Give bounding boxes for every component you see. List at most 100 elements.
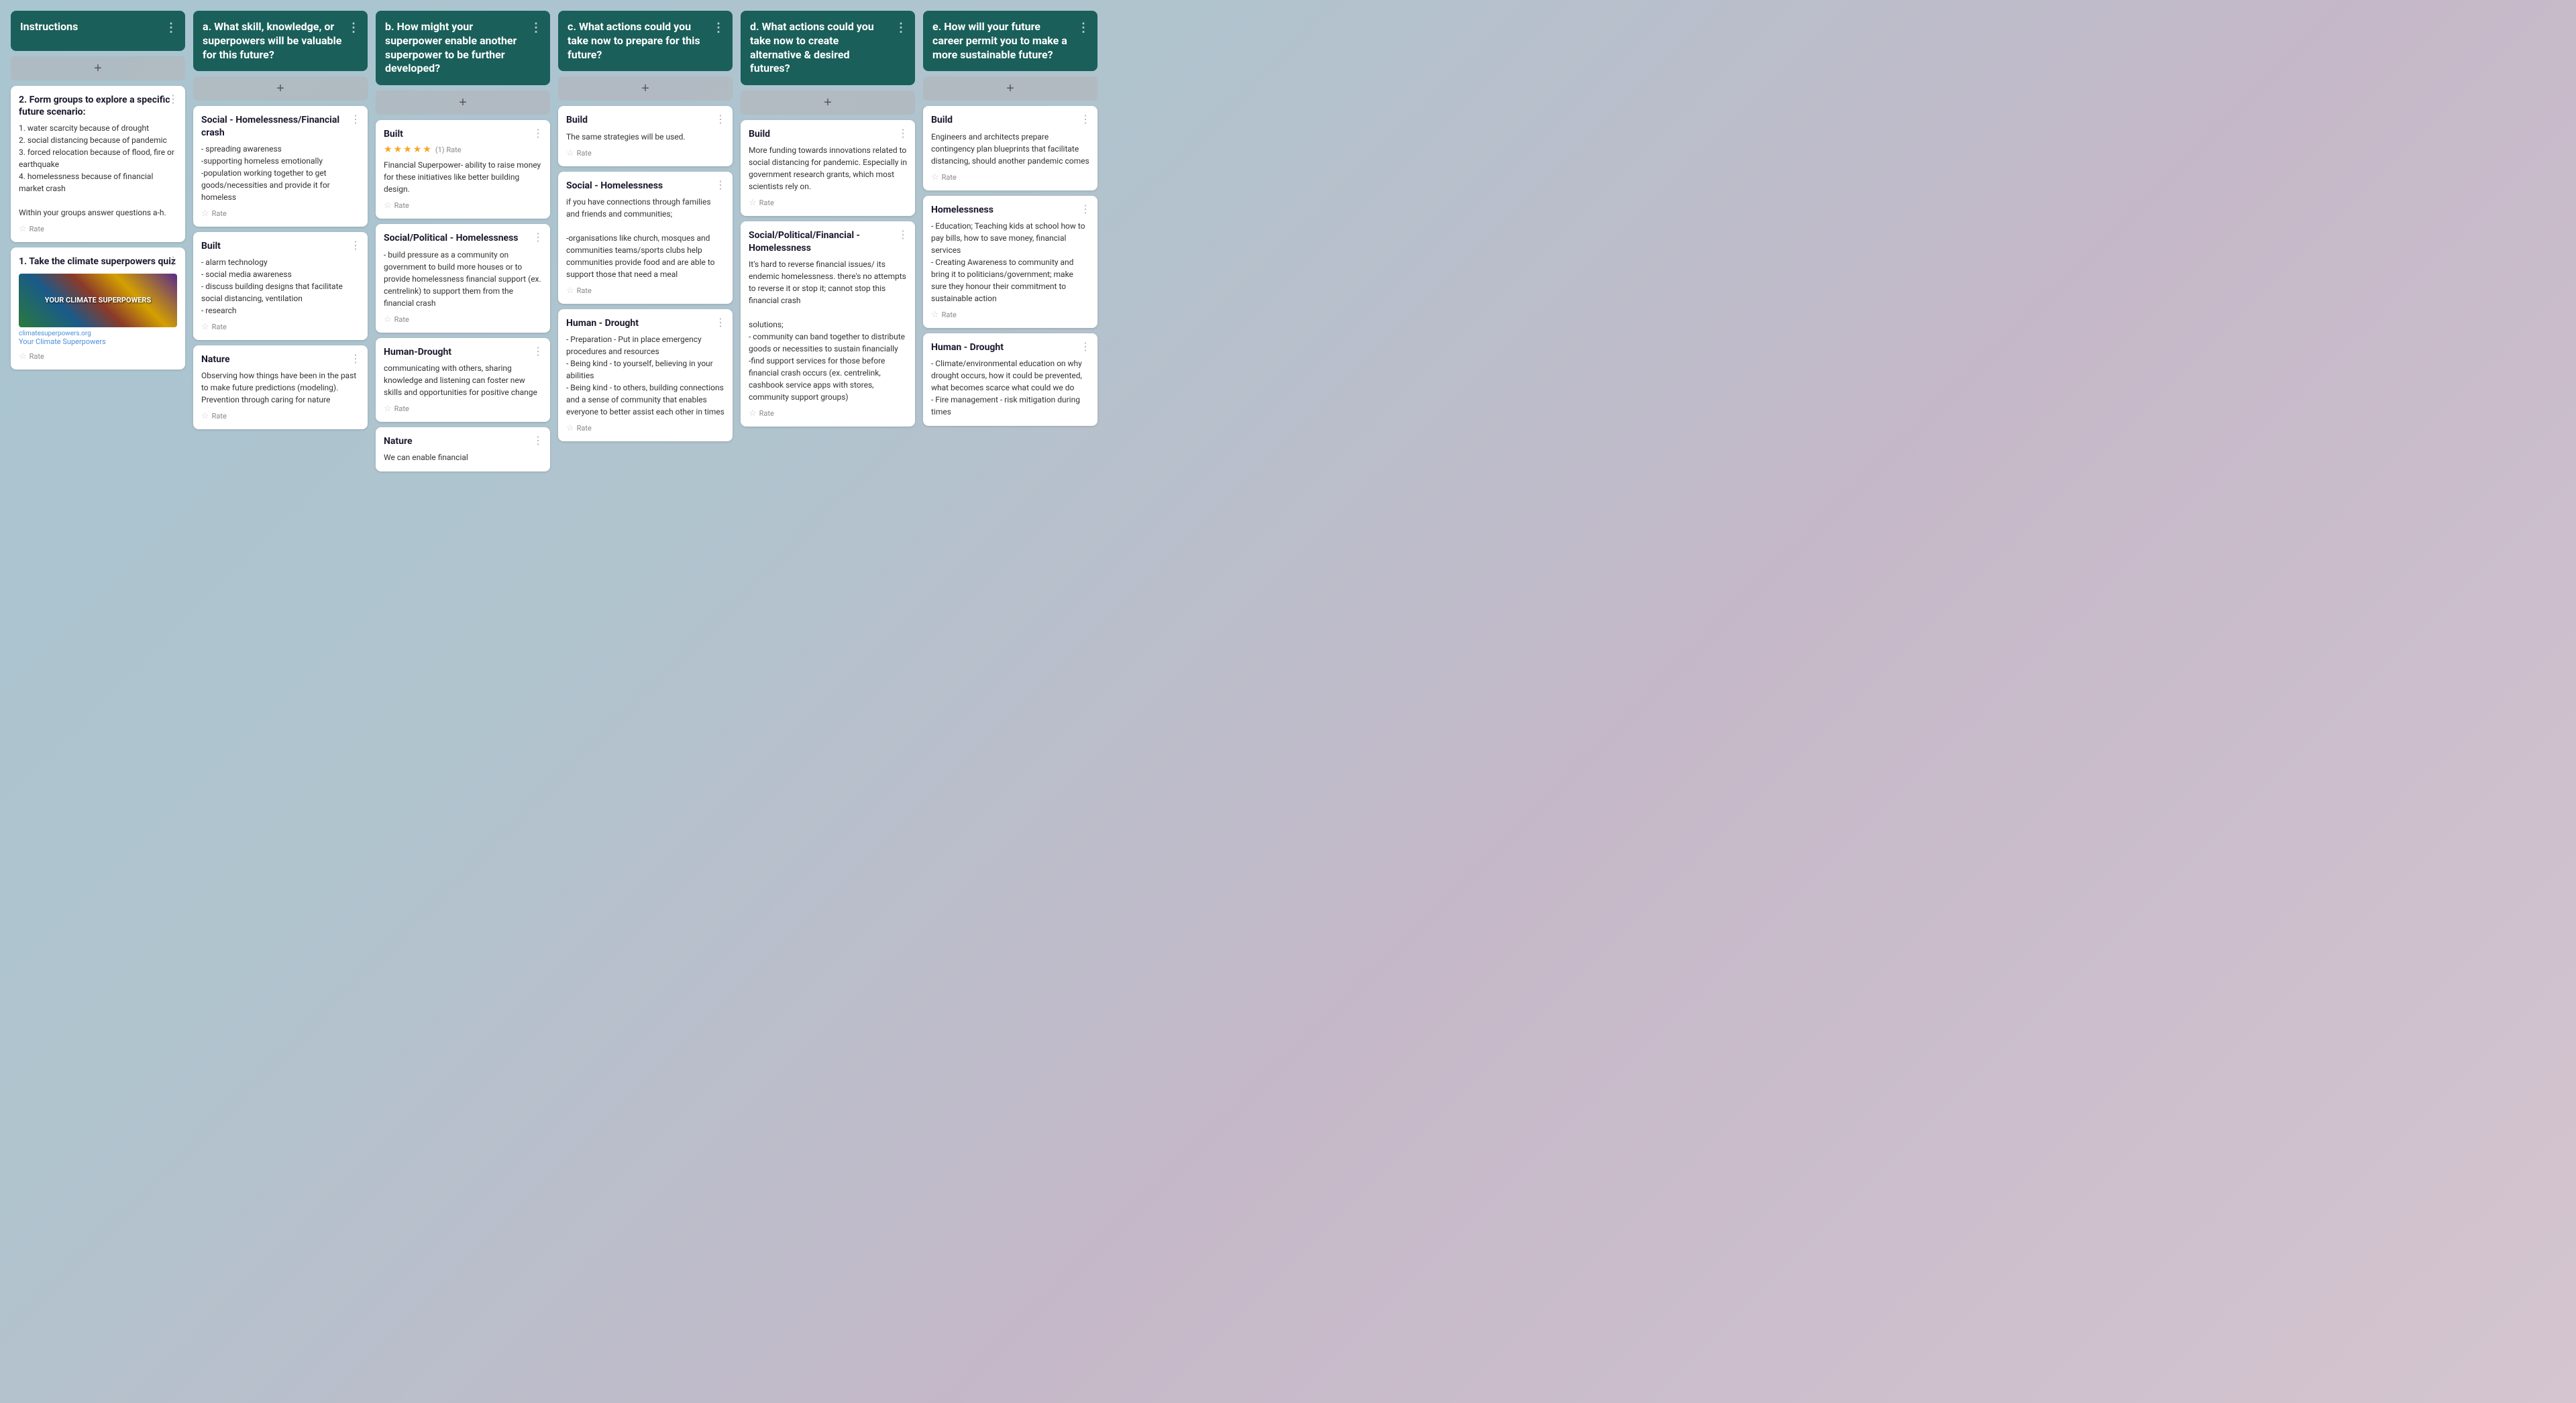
card-card-nature-a: ⋮NatureObserving how things have been in… [193, 345, 368, 429]
add-card-button[interactable]: + [11, 56, 185, 80]
card-rate-button[interactable]: ☆Rate [201, 209, 360, 219]
card-rate-button[interactable]: ☆Rate [566, 423, 724, 433]
column-menu-icon[interactable]: ⋮ [712, 20, 724, 36]
card-card-form-groups: ⋮2. Form groups to explore a specific fu… [11, 86, 185, 242]
card-rate-button[interactable]: ☆Rate [19, 224, 177, 234]
kanban-board: Instructions⋮+⋮2. Form groups to explore… [0, 0, 2576, 1403]
card-menu-icon[interactable]: ⋮ [168, 254, 178, 267]
card-body: 1. water scarcity because of drought 2. … [19, 122, 177, 219]
rate-star-icon: ☆ [566, 423, 574, 433]
card-body: - Preparation - Put in place emergency p… [566, 333, 724, 418]
card-title: Social/Political/Financial - Homelessnes… [749, 229, 907, 254]
card-menu-icon[interactable]: ⋮ [1080, 340, 1091, 353]
add-card-button[interactable]: + [193, 76, 368, 101]
card-body: Engineers and architects prepare conting… [931, 131, 1089, 167]
card-title: Built [201, 240, 360, 252]
card-title: Human - Drought [566, 317, 724, 329]
card-title: Human-Drought [384, 346, 542, 358]
card-title: Nature [384, 435, 542, 447]
card-rate-button[interactable]: ☆Rate [384, 315, 542, 325]
card-rate-button[interactable]: ☆Rate [749, 198, 907, 208]
card-menu-icon[interactable]: ⋮ [715, 178, 726, 191]
card-rate-button[interactable]: ☆Rate [931, 310, 1089, 320]
card-rate-button[interactable]: ☆Rate [749, 408, 907, 418]
star-icon: ★ [413, 144, 422, 155]
rate-label: Rate [942, 173, 957, 182]
card-image-url[interactable]: climatesuperpowers.org [19, 330, 177, 337]
card-menu-icon[interactable]: ⋮ [715, 113, 726, 125]
card-menu-icon[interactable]: ⋮ [350, 113, 361, 125]
add-card-button[interactable]: + [558, 76, 733, 101]
column-header-col-d: d. What actions could you take now to cr… [741, 11, 915, 85]
card-rate-button[interactable]: ☆Rate [384, 201, 542, 211]
rate-label: Rate [212, 209, 227, 218]
rate-label: Rate [577, 286, 592, 295]
card-menu-icon[interactable]: ⋮ [533, 127, 543, 139]
card-body: It's hard to reverse financial issues/ i… [749, 258, 907, 403]
card-title: Social - Homelessness [566, 180, 724, 192]
card-card-socialpolitical-b: ⋮Social/Political - Homelessness- build … [376, 224, 550, 332]
rate-star-icon: ☆ [201, 322, 209, 332]
column-instructions: Instructions⋮+⋮2. Form groups to explore… [11, 11, 185, 370]
rate-star-icon: ☆ [201, 411, 209, 421]
card-card-build-c: ⋮BuildThe same strategies will be used.☆… [558, 106, 733, 166]
card-card-build-d: ⋮BuildMore funding towards innovations r… [741, 120, 915, 216]
card-body: if you have connections through families… [566, 196, 724, 280]
card-card-homelessness-e: ⋮Homelessness- Education; Teaching kids … [923, 196, 1097, 328]
rate-label: Rate [577, 424, 592, 433]
add-card-button[interactable]: + [923, 76, 1097, 101]
rate-star-icon: ☆ [566, 148, 574, 158]
card-menu-icon[interactable]: ⋮ [350, 239, 361, 251]
rate-star-icon: ☆ [384, 404, 392, 414]
card-menu-icon[interactable]: ⋮ [350, 352, 361, 365]
column-col-c: c. What actions could you take now to pr… [558, 11, 733, 441]
rate-star-icon: ☆ [384, 201, 392, 211]
card-title: 2. Form groups to explore a specific fut… [19, 94, 177, 118]
column-col-d: d. What actions could you take now to cr… [741, 11, 915, 427]
card-title: Social/Political - Homelessness [384, 232, 542, 244]
column-menu-icon[interactable]: ⋮ [165, 20, 177, 36]
rate-star-icon: ☆ [201, 209, 209, 219]
card-rate-button[interactable]: ☆Rate [566, 148, 724, 158]
add-card-button[interactable]: + [376, 91, 550, 115]
column-header-text-instructions: Instructions [20, 20, 160, 34]
rate-star-icon: ☆ [19, 351, 27, 361]
card-menu-icon[interactable]: ⋮ [715, 316, 726, 329]
star-icon: ★ [403, 144, 412, 155]
card-card-social-homelessness-c: ⋮Social - Homelessness if you have connec… [558, 172, 733, 304]
card-card-human-drought-c: ⋮Human - Drought - Preparation - Put in p… [558, 309, 733, 441]
column-menu-icon[interactable]: ⋮ [347, 20, 360, 36]
card-rate-button[interactable]: ☆Rate [201, 411, 360, 421]
column-menu-icon[interactable]: ⋮ [895, 20, 907, 36]
card-rate-button[interactable]: ☆Rate [19, 351, 177, 361]
card-menu-icon[interactable]: ⋮ [898, 228, 908, 241]
rate-label: Rate [394, 404, 409, 413]
card-body: - alarm technology - social media awaren… [201, 256, 360, 317]
card-menu-icon[interactable]: ⋮ [533, 231, 543, 243]
column-header-col-a: a. What skill, knowledge, or superpowers… [193, 11, 368, 71]
card-title: Built [384, 128, 542, 140]
card-menu-icon[interactable]: ⋮ [1080, 113, 1091, 125]
card-rate-button[interactable]: ☆Rate [384, 404, 542, 414]
card-rate-label: (1) Rate [435, 146, 462, 154]
card-image-link-label[interactable]: Your Climate Superpowers [19, 337, 177, 346]
rate-star-icon: ☆ [749, 198, 757, 208]
card-card-built-a: ⋮Built - alarm technology - social media … [193, 232, 368, 340]
card-title: Homelessness [931, 204, 1089, 216]
card-card-built-b: ⋮Built★★★★★(1) RateFinancial Superpower-… [376, 120, 550, 219]
add-card-button[interactable]: + [741, 91, 915, 115]
star-icon: ★ [423, 144, 431, 155]
card-body: Financial Superpower- ability to raise m… [384, 159, 542, 195]
card-menu-icon[interactable]: ⋮ [533, 434, 543, 447]
card-rate-button[interactable]: ☆Rate [931, 172, 1089, 182]
card-menu-icon[interactable]: ⋮ [533, 345, 543, 357]
rate-label: Rate [942, 311, 957, 319]
card-menu-icon[interactable]: ⋮ [898, 127, 908, 139]
card-rate-button[interactable]: ☆Rate [566, 286, 724, 296]
card-rate-button[interactable]: ☆Rate [201, 322, 360, 332]
card-card-build-e: ⋮BuildEngineers and architects prepare c… [923, 106, 1097, 190]
card-menu-icon[interactable]: ⋮ [1080, 203, 1091, 215]
card-menu-icon[interactable]: ⋮ [168, 93, 178, 105]
column-menu-icon[interactable]: ⋮ [1077, 20, 1089, 36]
column-menu-icon[interactable]: ⋮ [530, 20, 542, 36]
